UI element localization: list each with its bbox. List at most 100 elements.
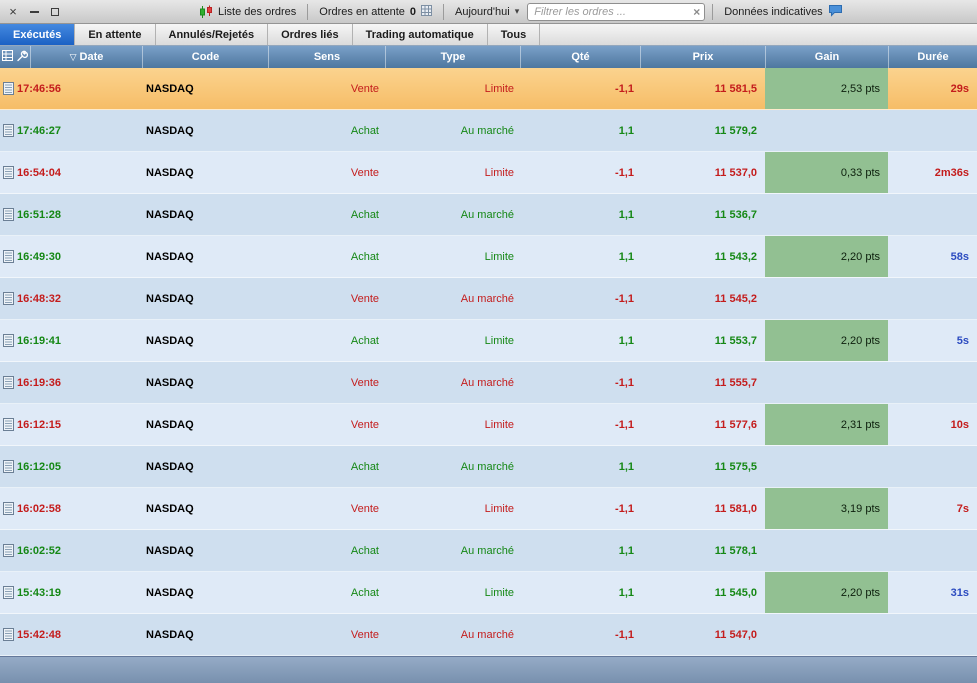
column-settings-wrench-icon[interactable] (16, 50, 29, 65)
order-document-icon (0, 320, 14, 361)
cell-prix: 11 553,7 (714, 334, 757, 347)
column-header-code[interactable]: Code (142, 46, 268, 68)
table-row[interactable]: 16:54:04 NASDAQ Vente Limite -1,1 11 537,0 0,3… (0, 152, 977, 194)
column-header-duree[interactable]: Durée (888, 46, 977, 68)
cell-type: Au marché (460, 376, 514, 389)
table-row[interactable]: 16:12:15 NASDAQ Vente Limite -1,1 11 577,6 2,3… (0, 404, 977, 446)
cell-type: Au marché (460, 460, 514, 473)
cell-type: Limite (484, 502, 514, 515)
table-row[interactable]: 16:49:30 NASDAQ Achat Limite 1,1 11 543,2 2,20… (0, 236, 977, 278)
pending-orders-count: 0 (409, 5, 416, 18)
cell-code: NASDAQ (146, 376, 194, 389)
pending-orders-button[interactable]: Ordres en attente 0 (315, 4, 436, 19)
cell-qte: -1,1 (615, 166, 634, 179)
cell-duree (888, 446, 977, 487)
order-document-icon (0, 614, 14, 655)
cell-prix: 11 579,2 (714, 124, 757, 137)
cell-date: 16:54:04 (17, 166, 62, 179)
cell-prix: 11 555,7 (714, 376, 757, 389)
table-row[interactable]: 16:51:28 NASDAQ Achat Au marché 1,1 11 536,7 (0, 194, 977, 236)
cell-gain: 2,20 pts (765, 236, 888, 277)
cell-type: Limite (484, 334, 514, 347)
cell-prix: 11 543,2 (714, 250, 757, 263)
minimize-button[interactable] (28, 5, 40, 19)
table-row[interactable]: 16:02:58 NASDAQ Vente Limite -1,1 11 581,0 3,1… (0, 488, 977, 530)
close-button[interactable]: × (7, 5, 19, 19)
cell-type: Limite (484, 250, 514, 263)
column-label: Sens (313, 51, 341, 63)
cell-sens: Achat (350, 124, 379, 137)
table-row[interactable]: 16:19:36 NASDAQ Vente Au marché -1,1 11 555,7 (0, 362, 977, 404)
toolbar-separator (443, 3, 444, 20)
column-header-type[interactable]: Type (385, 46, 520, 68)
tab-trading-automatique[interactable]: Trading automatique (353, 24, 488, 45)
cell-type: Au marché (460, 292, 514, 305)
column-header-sens[interactable]: Sens (268, 46, 385, 68)
cell-gain (765, 446, 888, 487)
cell-code: NASDAQ (146, 82, 194, 95)
table-row[interactable]: 17:46:56 NASDAQ Vente Limite -1,1 11 581,5 2,5… (0, 68, 977, 110)
table-row[interactable]: 15:42:48 NASDAQ Vente Au marché -1,1 11 547,0 (0, 614, 977, 656)
table-row[interactable]: 16:48:32 NASDAQ Vente Au marché -1,1 11 545,2 (0, 278, 977, 320)
cell-sens: Achat (350, 250, 379, 263)
column-label: Code (191, 51, 220, 63)
table-row[interactable]: 17:46:27 NASDAQ Achat Au marché 1,1 11 579,2 (0, 110, 977, 152)
toolbar-separator (307, 3, 309, 20)
cell-date: 16:02:52 (17, 544, 62, 557)
indicative-data-button[interactable]: Données indicatives (720, 4, 846, 20)
table-icon[interactable] (2, 50, 13, 64)
cell-duree: 29s (950, 82, 969, 95)
cell-date: 15:43:19 (17, 586, 62, 599)
table-row[interactable]: 16:02:52 NASDAQ Achat Au marché 1,1 11 578,1 (0, 530, 977, 572)
cell-qte: 1,1 (618, 334, 634, 347)
minimize-icon (29, 10, 39, 13)
tab-ordres-lies[interactable]: Ordres liés (268, 24, 353, 45)
column-header-gain[interactable]: Gain (765, 46, 888, 68)
column-header-prix[interactable]: Prix (640, 46, 765, 68)
cell-gain (765, 530, 888, 571)
cell-code: NASDAQ (146, 544, 194, 557)
cell-qte: 1,1 (618, 250, 634, 263)
table-row[interactable]: 16:12:05 NASDAQ Achat Au marché 1,1 11 575,5 (0, 446, 977, 488)
filter-orders-input[interactable] (527, 2, 706, 21)
sort-desc-icon: ▽ (69, 51, 77, 62)
order-document-icon (0, 530, 14, 571)
cell-gain: 3,19 pts (765, 488, 888, 529)
cell-prix: 11 577,6 (714, 418, 757, 431)
cell-gain (765, 362, 888, 403)
status-bar (0, 656, 977, 683)
cell-qte: 1,1 (618, 124, 634, 137)
cell-prix: 11 575,5 (714, 460, 757, 473)
period-dropdown[interactable]: Aujourd'hui ▾ (451, 6, 523, 18)
tab-tous[interactable]: Tous (488, 24, 541, 45)
cell-duree: 31s (950, 586, 969, 599)
maximize-button[interactable] (49, 5, 61, 19)
cell-type: Limite (484, 586, 514, 599)
cell-type: Au marché (460, 208, 514, 221)
list-orders-button[interactable]: Liste des ordres (214, 6, 300, 18)
cell-prix: 11 581,0 (714, 502, 757, 515)
cell-code: NASDAQ (146, 124, 194, 137)
order-document-icon (0, 488, 14, 529)
cell-sens: Vente (350, 166, 379, 179)
cell-date: 16:12:05 (17, 460, 62, 473)
column-header-date[interactable]: ▽ Date (30, 46, 142, 68)
table-row[interactable]: 15:43:19 NASDAQ Achat Limite 1,1 11 545,0 2,20… (0, 572, 977, 614)
column-label: Type (440, 51, 466, 63)
clear-filter-icon[interactable]: × (693, 6, 700, 18)
maximize-icon (51, 7, 59, 16)
tab-en-attente[interactable]: En attente (75, 24, 156, 45)
tab-annules-rejetes[interactable]: Annulés/Rejetés (156, 24, 269, 45)
cell-duree (888, 278, 977, 319)
cell-prix: 11 545,0 (714, 586, 757, 599)
cell-code: NASDAQ (146, 334, 194, 347)
cell-duree (888, 614, 977, 655)
tab-executes[interactable]: Exécutés (0, 24, 76, 45)
cell-qte: -1,1 (615, 502, 634, 515)
cell-date: 15:42:48 (17, 628, 62, 641)
cell-date: 17:46:56 (17, 82, 62, 95)
column-header-qte[interactable]: Qté (520, 46, 640, 68)
chevron-down-icon: ▾ (514, 6, 520, 16)
order-document-icon (0, 110, 14, 151)
table-row[interactable]: 16:19:41 NASDAQ Achat Limite 1,1 11 553,7 2,20… (0, 320, 977, 362)
